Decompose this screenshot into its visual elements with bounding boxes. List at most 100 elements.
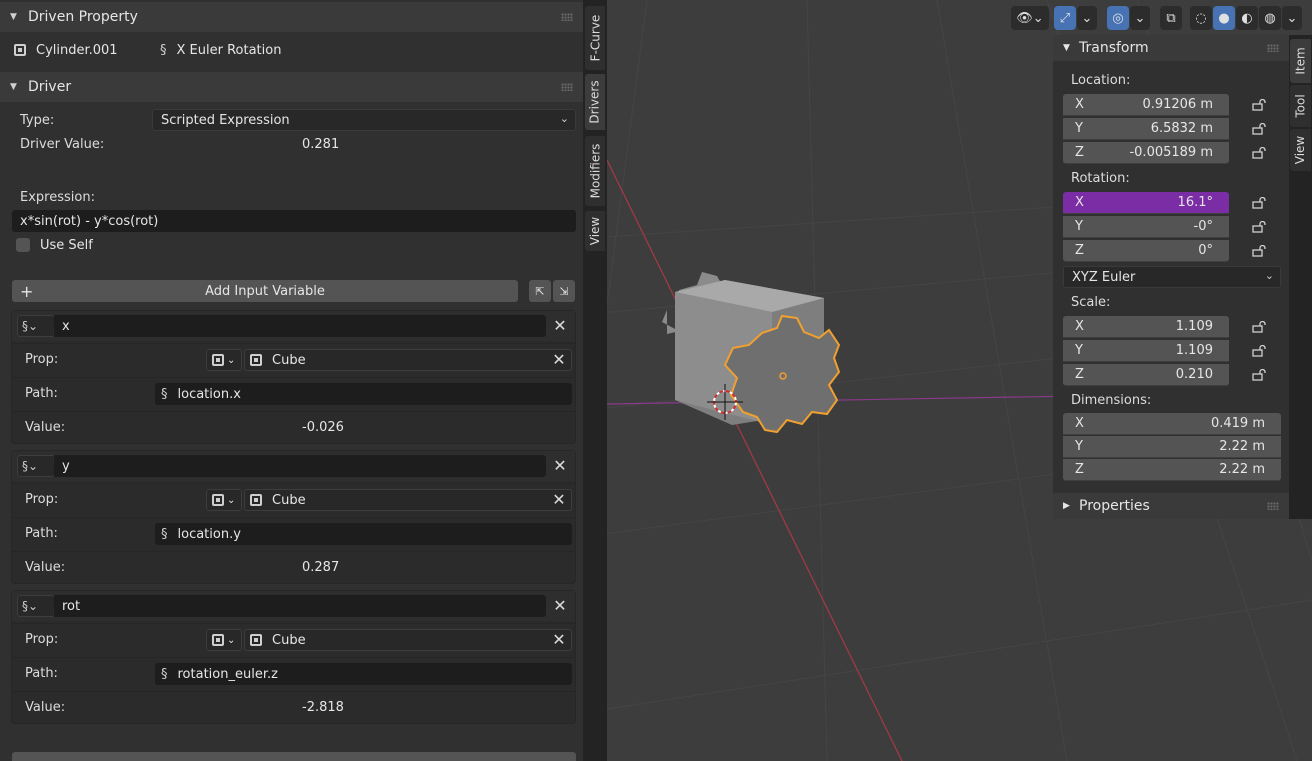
location-x-field[interactable]: X 0.91206 m [1063,94,1229,116]
paste-variables-button[interactable]: ⇲ [553,280,575,302]
shading-dropdown[interactable]: ⌄ [1282,6,1302,30]
tab-view[interactable]: View [585,211,605,251]
lock-icon[interactable] [1252,245,1266,257]
tab-tool[interactable]: Tool [1290,85,1311,127]
overlays-dropdown[interactable]: ⌄ [1130,6,1150,30]
collapse-triangle-icon[interactable]: ▼ [1063,43,1079,53]
tab-drivers[interactable]: Drivers [585,74,605,130]
transform-title: Transform [1079,40,1149,56]
lock-icon[interactable] [1252,345,1266,357]
variable-type-dropdown[interactable]: §⌄ [17,315,55,337]
dimensions-x-field[interactable]: X 0.419 m [1063,413,1281,435]
field-value: 0.210 [1175,367,1213,382]
gizmo-dropdown[interactable]: ⌄ [1077,6,1097,30]
rotation-y-field[interactable]: Y -0° [1063,216,1229,238]
paste-icon: ⇲ [559,284,569,298]
properties-header[interactable]: ▶ Properties [1053,493,1289,519]
drag-grip-icon[interactable] [1267,44,1279,52]
tab-modifiers[interactable]: Modifiers [585,136,605,206]
properties-title: Properties [1079,498,1150,514]
variable-box-rot: §⌄ rot ✕ Prop: ⌄ Cube ✕ Path: § rotation_e… [11,590,576,724]
xray-toggle[interactable]: ⧉ [1160,6,1182,30]
variable-box-x: §⌄ x ✕ Prop: ⌄ Cube ✕ Path: § location.x V… [11,310,576,444]
tab-view[interactable]: View [1290,129,1311,171]
path-input[interactable]: § rotation_euler.z [155,663,572,685]
remove-variable-icon[interactable]: ✕ [552,458,568,474]
location-y-field[interactable]: Y 6.5832 m [1063,118,1229,140]
remove-variable-icon[interactable]: ✕ [552,318,568,334]
collapse-triangle-icon[interactable]: ▼ [10,12,28,22]
shading-solid-button[interactable]: ● [1213,6,1235,30]
overlays-toggle[interactable]: ◎ [1107,6,1129,30]
axis-label: X [1075,319,1084,334]
variable-type-dropdown[interactable]: §⌄ [17,595,55,617]
shading-material-button[interactable]: ◐ [1236,6,1258,30]
variable-name-input[interactable]: x [54,315,546,337]
driver-type-dropdown[interactable]: Scripted Expression ⌄ [152,109,576,131]
expression-text: x*sin(rot) - y*cos(rot) [20,213,159,229]
rna-icon: §⌄ [22,459,39,473]
lock-icon[interactable] [1252,147,1266,159]
rendered-sphere-icon: ◍ [1264,10,1276,26]
shading-rendered-button[interactable]: ◍ [1259,6,1281,30]
id-type-dropdown[interactable]: ⌄ [206,349,242,371]
gizmo-toggle[interactable]: ⤢ [1054,6,1076,30]
path-input[interactable]: § location.y [155,523,572,545]
field-value: 0° [1198,243,1213,258]
sidebar-item-panel: ▼ Transform Location: X 0.91206 m Y 6.5832… [1053,35,1289,519]
copy-variables-button[interactable]: ⇱ [529,280,551,302]
driven-property-row: § X Euler Rotation [160,38,281,62]
lock-icon[interactable] [1252,99,1266,111]
clear-target-icon[interactable]: ✕ [551,632,567,648]
expression-input[interactable]: x*sin(rot) - y*cos(rot) [12,210,576,232]
chevron-down-icon: ⌄ [1081,10,1093,26]
collapse-triangle-icon[interactable]: ▼ [10,82,28,92]
clear-target-icon[interactable]: ✕ [551,492,567,508]
rotation-mode-dropdown[interactable]: XYZ Euler ⌄ [1063,266,1281,288]
scale-y-field[interactable]: Y 1.109 [1063,340,1229,362]
rotation-z-field[interactable]: Z 0° [1063,240,1229,262]
scale-x-field[interactable]: X 1.109 [1063,316,1229,338]
rotation-x-field[interactable]: X 16.1° [1063,192,1229,214]
chevron-down-icon: ⌄ [559,112,569,125]
location-z-field[interactable]: Z -0.005189 m [1063,142,1229,164]
driver-header[interactable]: ▼ Driver [0,72,583,102]
variable-name-input[interactable]: rot [54,595,546,617]
clear-target-icon[interactable]: ✕ [551,352,567,368]
target-object-field[interactable]: Cube ✕ [244,629,572,651]
id-type-dropdown[interactable]: ⌄ [206,629,242,651]
lock-icon[interactable] [1252,123,1266,135]
add-input-variable-button[interactable]: + Add Input Variable [12,280,518,302]
target-object-field[interactable]: Cube ✕ [244,349,572,371]
variable-name-input[interactable]: y [54,455,546,477]
x-axis-line [607,159,903,761]
drag-grip-icon[interactable] [561,83,573,91]
field-value: 1.109 [1175,343,1213,358]
driven-property-header[interactable]: ▼ Driven Property [0,2,583,32]
driven-property-name: X Euler Rotation [176,42,282,58]
shading-wireframe-button[interactable]: ◌ [1190,6,1212,30]
target-object-field[interactable]: Cube ✕ [244,489,572,511]
dimensions-z-field[interactable]: Z 2.22 m [1063,459,1281,481]
path-input[interactable]: § location.x [155,383,572,405]
tab-f-curve[interactable]: F-Curve [585,6,605,70]
variable-header: §⌄ rot ✕ [12,591,575,621]
lock-icon[interactable] [1252,321,1266,333]
drag-grip-icon[interactable] [561,13,573,21]
axis-label: Z [1075,367,1084,382]
expand-triangle-icon[interactable]: ▶ [1063,501,1079,511]
remove-variable-icon[interactable]: ✕ [552,598,568,614]
lock-icon[interactable] [1252,369,1266,381]
update-dependencies-button[interactable] [12,752,576,761]
use-self-checkbox[interactable] [16,238,30,252]
drag-grip-icon[interactable] [1267,502,1279,510]
dimensions-y-field[interactable]: Y 2.22 m [1063,436,1281,458]
lock-icon[interactable] [1252,197,1266,209]
tab-item[interactable]: Item [1290,39,1311,83]
visibility-dropdown[interactable]: 👁⌄ [1011,6,1049,30]
scale-z-field[interactable]: Z 0.210 [1063,364,1229,386]
variable-type-dropdown[interactable]: §⌄ [17,455,55,477]
id-type-dropdown[interactable]: ⌄ [206,489,242,511]
lock-icon[interactable] [1252,221,1266,233]
transform-header[interactable]: ▼ Transform [1053,35,1289,61]
